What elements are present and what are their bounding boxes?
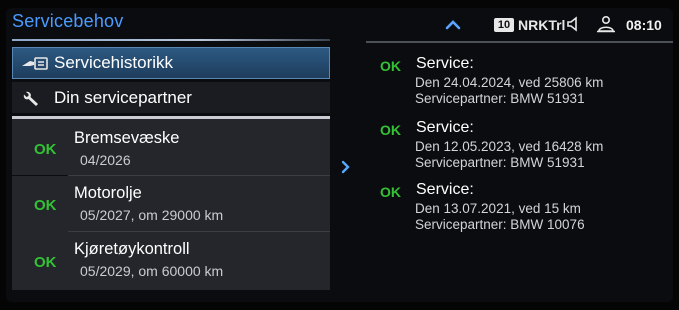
radio-station: NRKTrl: [518, 17, 566, 33]
menu-item-service-history[interactable]: Servicehistorikk: [12, 47, 330, 79]
history-partner: Servicepartner: BMW 10076: [415, 217, 585, 232]
channel-badge: 10: [494, 18, 514, 32]
service-item-engine-oil[interactable]: OK Motorolje 05/2027, om 29000 km: [12, 176, 330, 232]
page-title: Servicebehov: [12, 11, 124, 31]
chevron-up-icon[interactable]: [442, 14, 464, 34]
person-icon: [597, 15, 615, 33]
clock: 08:10: [626, 17, 662, 33]
history-title: Service:: [416, 119, 474, 136]
history-date: Den 12.05.2023, ved 16428 km: [415, 139, 604, 154]
service-item-name: Kjøretøykontroll: [74, 240, 190, 258]
history-title: Service:: [416, 55, 474, 72]
status-ok: OK: [380, 184, 401, 200]
history-partner: Servicepartner: BMW 51931: [415, 91, 585, 106]
title-underline: [12, 39, 330, 41]
history-title: Service:: [416, 181, 474, 198]
service-item-detail: 04/2026: [80, 152, 131, 168]
menu-item-label: Din servicepartner: [54, 87, 192, 107]
service-item-name: Bremsevæske: [74, 129, 180, 147]
menu-item-service-partner[interactable]: Din servicepartner: [12, 82, 330, 113]
history-entry: OK Service: Den 12.05.2023, ved 16428 km…: [366, 118, 673, 178]
status-ok: OK: [380, 122, 401, 138]
history-partner: Servicepartner: BMW 51931: [415, 155, 585, 170]
service-item-name: Motorolje: [74, 184, 142, 202]
chevron-right-icon[interactable]: [340, 158, 352, 176]
wrench-icon: [23, 91, 38, 106]
service-history-panel: OK Service: Den 24.04.2024, ved 25806 km…: [366, 41, 673, 291]
header-bar: Servicebehov 10 NRKTrl 08:10: [6, 8, 673, 41]
idrive-screen: Servicebehov 10 NRKTrl 08:10 Servicehist…: [6, 8, 673, 302]
menu-item-label: Servicehistorikk: [54, 53, 174, 72]
left-panel: Servicehistorikk Din servicepartner OK B…: [12, 44, 330, 302]
status-ok: OK: [34, 141, 57, 158]
service-item-brake-fluid[interactable]: OK Bremsevæske 04/2026: [12, 119, 330, 175]
speaker-icon: [567, 16, 577, 32]
panel-divider: [366, 41, 673, 43]
status-ok: OK: [34, 254, 57, 271]
history-entry: OK Service: Den 13.07.2021, ved 15 km Se…: [366, 180, 673, 240]
history-entry: OK Service: Den 24.04.2024, ved 25806 km…: [366, 54, 673, 114]
status-ok: OK: [380, 58, 401, 74]
service-item-detail: 05/2029, om 60000 km: [80, 263, 224, 279]
service-item-detail: 05/2027, om 29000 km: [80, 207, 224, 223]
status-ok: OK: [34, 197, 57, 214]
service-item-vehicle-inspection[interactable]: OK Kjøretøykontroll 05/2029, om 60000 km: [12, 232, 330, 290]
history-date: Den 24.04.2024, ved 25806 km: [415, 75, 604, 90]
service-history-icon: [22, 57, 48, 70]
history-date: Den 13.07.2021, ved 15 km: [415, 201, 581, 216]
